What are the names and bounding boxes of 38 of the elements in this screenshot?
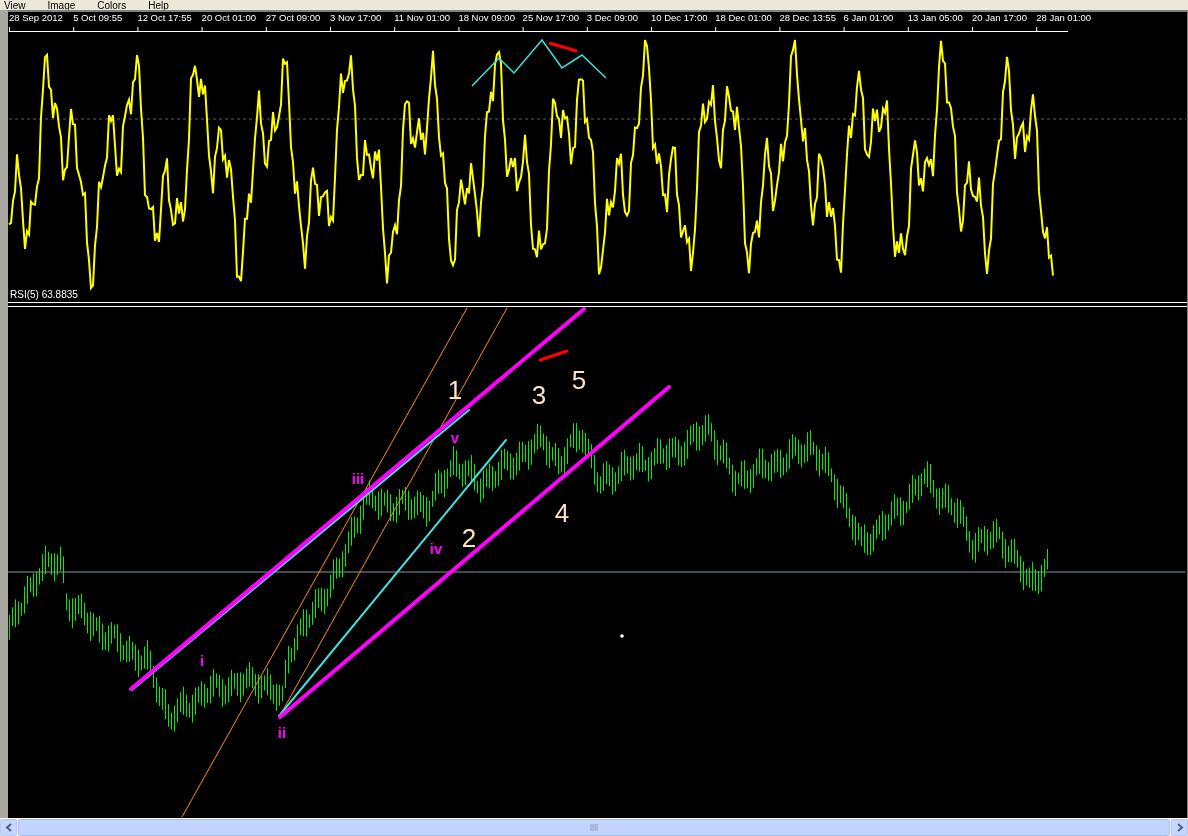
axis-label: 12 Oct 17:55: [137, 12, 192, 23]
indicator-label: RSI(5) 63.8835: [10, 288, 78, 300]
axis-label: 3 Nov 17:00: [330, 12, 382, 23]
axis-label: 20 Oct 01:00: [201, 12, 256, 23]
axis-label: 28 Jan 01:00: [1036, 12, 1092, 23]
wave-label: 4: [554, 498, 570, 528]
axis-label: 18 Nov 09:00: [458, 12, 515, 23]
axis-label: 28 Sep 2012: [9, 12, 63, 23]
menu-item[interactable]: View: [4, 0, 26, 10]
axis-label: 5 Oct 09:55: [73, 12, 123, 23]
wave-label: 3: [531, 380, 547, 410]
axis-label: 18 Dec 01:00: [715, 12, 772, 23]
wave-label: 1: [447, 375, 463, 405]
annotation-line: [548, 41, 578, 53]
axis-label: 6 Jan 01:00: [843, 12, 894, 23]
scroll-right-button[interactable]: [1171, 819, 1188, 836]
wave-label: 5: [571, 365, 587, 395]
axis-label: 10 Dec 17:00: [651, 12, 708, 23]
axis-label: 28 Dec 13:55: [779, 12, 836, 23]
scroll-left-button[interactable]: [0, 819, 17, 836]
wave-label: i: [199, 651, 205, 669]
wave-label: ii: [277, 723, 287, 741]
dot-mark: [620, 634, 624, 638]
axis-label: 25 Nov 17:00: [522, 12, 580, 23]
wave-label: iii: [351, 469, 365, 487]
wave-label: iv: [429, 539, 443, 557]
axis-label: 27 Oct 09:00: [265, 12, 321, 23]
wave-label: 2: [461, 523, 477, 553]
annotation-line: [538, 349, 569, 362]
menu-item[interactable]: Colors: [97, 0, 127, 10]
grip-icon: [589, 824, 599, 831]
chevron-right-icon: [1175, 823, 1184, 832]
axis-label: 3 Dec 09:00: [586, 12, 639, 23]
chevron-left-icon: [4, 823, 13, 832]
axis-label: 13 Jan 05:00: [907, 12, 963, 23]
axis-label: 20 Jan 17:00: [972, 12, 1027, 23]
axis-label: 11 Nov 01:00: [394, 12, 450, 23]
wave-label: v: [450, 428, 460, 446]
